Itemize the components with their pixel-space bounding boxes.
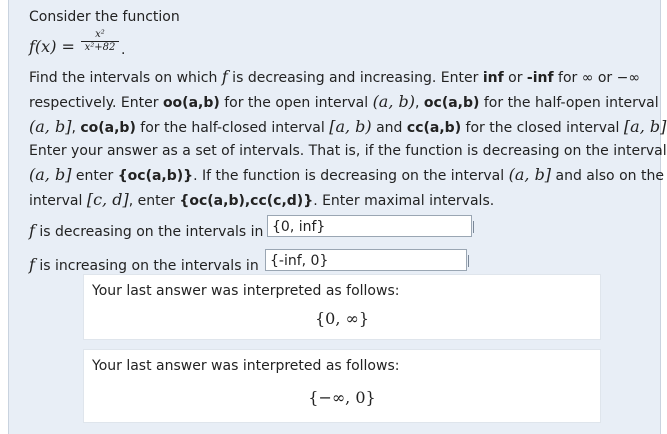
intro-text: Consider the function: [29, 9, 180, 25]
input-divider: [468, 255, 469, 267]
instruction-line-5: (a, b] enter {oc(a,b)}. If the function …: [29, 165, 664, 184]
feedback-value: {−∞, 0}: [308, 388, 376, 407]
increasing-input-value: {-inf, 0}: [270, 253, 329, 269]
feedback-box-decreasing: Your last answer was interpreted as foll…: [83, 274, 601, 340]
instruction-line-6: interval [c, d], enter {oc(a,b),cc(c,d)}…: [29, 190, 495, 209]
feedback-box-increasing: Your last answer was interpreted as foll…: [83, 349, 601, 423]
decreasing-input[interactable]: {0, inf}: [267, 215, 472, 237]
instruction-line-4: Enter your answer as a set of intervals.…: [29, 143, 667, 159]
input-divider: [473, 221, 474, 233]
question-content: Consider the function f(x) = x² x²+82 . …: [29, 6, 667, 281]
instruction-line-3: (a, b], co(a,b) for the half-closed inte…: [29, 117, 667, 136]
function-definition: f(x) = x² x²+82 .: [29, 29, 649, 65]
decreasing-row: f is decreasing on the intervals in {0, …: [29, 213, 649, 247]
instruction-line-2: respectively. Enter oo(a,b) for the open…: [29, 92, 659, 111]
feedback-message: Your last answer was interpreted as foll…: [92, 283, 400, 299]
instruction-line-1: Find the intervals on which f is decreas…: [29, 67, 641, 86]
function-lhs: f(x) =: [29, 37, 75, 56]
fraction-denominator: x²+82: [84, 42, 116, 53]
function-fraction: x² x²+82: [81, 29, 119, 54]
feedback-message: Your last answer was interpreted as foll…: [92, 358, 400, 374]
increasing-input[interactable]: {-inf, 0}: [265, 249, 467, 271]
decreasing-input-value: {0, inf}: [272, 219, 326, 235]
fraction-numerator: x²: [81, 29, 119, 42]
period: .: [121, 42, 126, 58]
feedback-value: {0, ∞}: [314, 309, 370, 328]
question-panel: Consider the function f(x) = x² x²+82 . …: [8, 0, 667, 434]
decreasing-label: f is decreasing on the intervals in: [29, 221, 264, 240]
